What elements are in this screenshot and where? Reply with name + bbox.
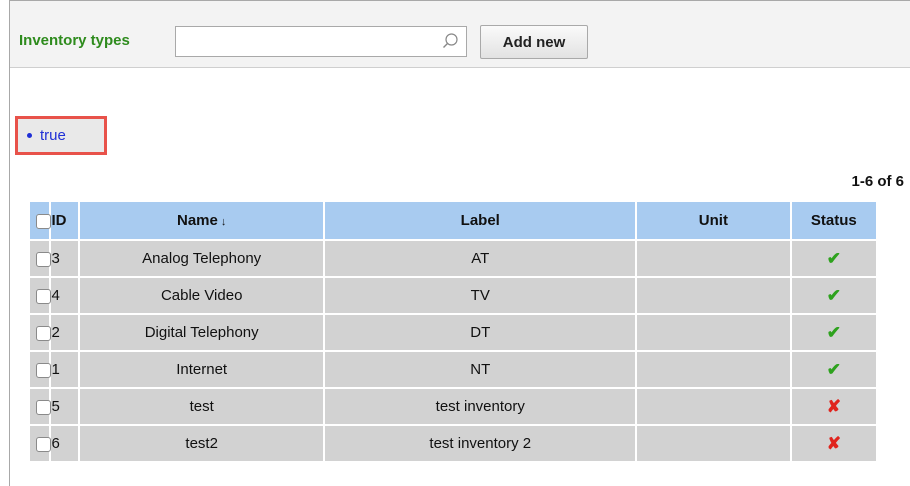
- sort-down-icon: ↓: [220, 216, 227, 228]
- row-select-cell: [30, 350, 51, 388]
- cell-status: ✔: [789, 313, 876, 351]
- cross-icon: ✘: [826, 396, 841, 416]
- add-new-button[interactable]: Add new: [480, 25, 588, 59]
- row-checkbox[interactable]: [36, 362, 51, 378]
- filter-item-true[interactable]: true: [15, 116, 107, 155]
- cell-name[interactable]: test2: [77, 424, 325, 461]
- cell-unit: [635, 350, 791, 388]
- row-select-cell: [30, 313, 51, 351]
- table-row[interactable]: 3 Analog Telephony AT ✔: [30, 239, 876, 277]
- row-select-cell: [30, 387, 51, 425]
- check-icon: ✔: [826, 248, 841, 268]
- cell-label: DT: [323, 313, 637, 351]
- cell-unit: [635, 424, 791, 461]
- cross-icon: ✘: [826, 433, 841, 453]
- cell-unit: [635, 387, 791, 425]
- table-row[interactable]: 4 Cable Video TV ✔: [30, 276, 876, 314]
- cell-id: 6: [49, 424, 79, 461]
- select-all-checkbox[interactable]: [36, 213, 51, 229]
- column-header-unit[interactable]: Unit: [635, 202, 791, 240]
- cell-name[interactable]: Digital Telephony: [77, 313, 325, 351]
- cell-id: 4: [49, 276, 79, 314]
- check-icon: ✔: [826, 285, 841, 305]
- select-all-header: [30, 202, 51, 240]
- column-header-label[interactable]: Label: [323, 202, 637, 240]
- table-row[interactable]: 5 test test inventory ✘: [30, 387, 876, 425]
- page-title: Inventory types: [19, 32, 130, 49]
- cell-name[interactable]: test: [77, 387, 325, 425]
- cell-label: TV: [323, 276, 637, 314]
- table-header-row: ID Name ↓ Label Unit Status: [30, 202, 876, 240]
- row-select-cell: [30, 424, 51, 461]
- bullet-icon: [27, 133, 32, 138]
- row-checkbox[interactable]: [36, 288, 51, 304]
- check-icon: ✔: [826, 359, 841, 379]
- cell-status: ✘: [789, 424, 876, 461]
- cell-id: 1: [49, 350, 79, 388]
- cell-status: ✔: [789, 350, 876, 388]
- column-header-status[interactable]: Status: [789, 202, 876, 240]
- search-field[interactable]: [175, 26, 467, 57]
- search-icon[interactable]: [442, 32, 460, 50]
- cell-label: NT: [323, 350, 637, 388]
- inventory-types-table: ID Name ↓ Label Unit Status 3 Analog Tele…: [30, 202, 876, 461]
- cell-id: 2: [49, 313, 79, 351]
- row-select-cell: [30, 239, 51, 277]
- cell-status: ✔: [789, 276, 876, 314]
- column-header-name[interactable]: Name ↓: [77, 202, 325, 240]
- table-row[interactable]: 1 Internet NT ✔: [30, 350, 876, 388]
- frame-border-left: [9, 0, 10, 486]
- row-select-cell: [30, 276, 51, 314]
- cell-status: ✘: [789, 387, 876, 425]
- column-header-id[interactable]: ID: [49, 202, 79, 240]
- column-header-name-label: Name: [177, 212, 218, 229]
- cell-label: test inventory: [323, 387, 637, 425]
- table-row[interactable]: 6 test2 test inventory 2 ✘: [30, 424, 876, 461]
- cell-unit: [635, 239, 791, 277]
- filter-label[interactable]: true: [40, 127, 66, 144]
- cell-id: 5: [49, 387, 79, 425]
- table-row[interactable]: 2 Digital Telephony DT ✔: [30, 313, 876, 351]
- cell-name[interactable]: Internet: [77, 350, 325, 388]
- cell-name[interactable]: Cable Video: [77, 276, 325, 314]
- row-checkbox[interactable]: [36, 251, 51, 267]
- check-icon: ✔: [826, 322, 841, 342]
- cell-id: 3: [49, 239, 79, 277]
- cell-status: ✔: [789, 239, 876, 277]
- pagination-info: 1-6 of 6: [851, 173, 904, 190]
- cell-label: AT: [323, 239, 637, 277]
- row-checkbox[interactable]: [36, 436, 51, 452]
- cell-unit: [635, 276, 791, 314]
- row-checkbox[interactable]: [36, 399, 51, 415]
- cell-name[interactable]: Analog Telephony: [77, 239, 325, 277]
- toolbar: Inventory types Add new: [10, 1, 910, 68]
- search-input[interactable]: [180, 27, 434, 56]
- cell-unit: [635, 313, 791, 351]
- row-checkbox[interactable]: [36, 325, 51, 341]
- cell-label: test inventory 2: [323, 424, 637, 461]
